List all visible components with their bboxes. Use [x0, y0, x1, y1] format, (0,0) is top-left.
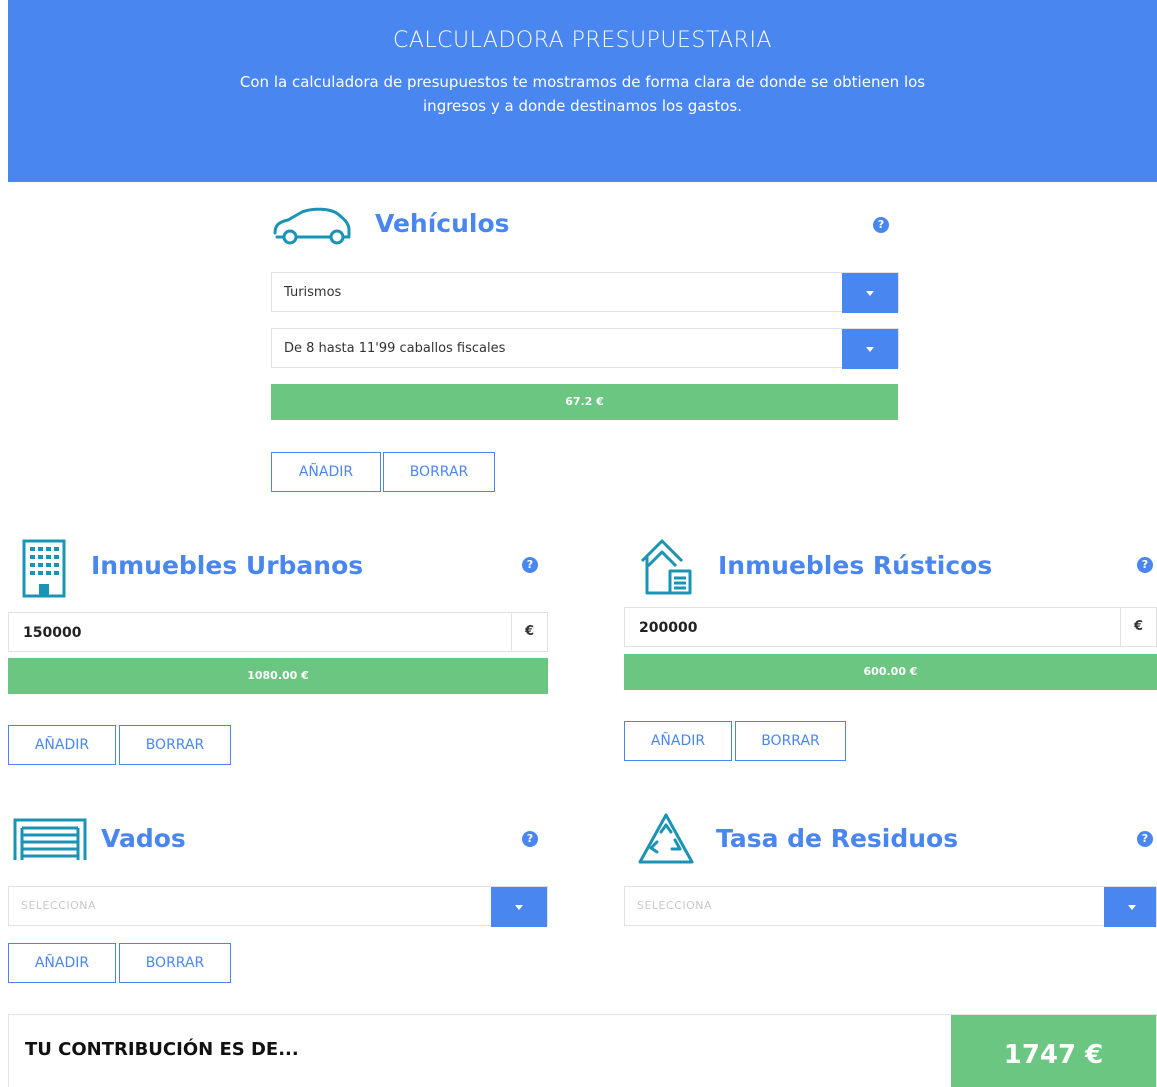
urbanos-value-input[interactable]: 150000 €: [8, 612, 548, 652]
chevron-down-icon[interactable]: [842, 273, 898, 313]
vehiculos-title: Vehículos: [375, 209, 510, 238]
urbanos-unit: €: [511, 613, 547, 651]
rusticos-value: 200000: [639, 620, 698, 636]
contribution-label: TU CONTRIBUCIÓN ES DE...: [25, 1039, 299, 1060]
residuos-help-icon[interactable]: ?: [1137, 831, 1153, 847]
residuos-title: Tasa de Residuos: [716, 824, 959, 853]
rusticos-value-input[interactable]: 200000 €: [624, 607, 1157, 647]
vehiculos-delete-button[interactable]: BORRAR: [383, 452, 495, 492]
car-icon: [272, 206, 352, 250]
vehicle-power-value: De 8 hasta 11'99 caballos fiscales: [284, 341, 506, 356]
page-header: CALCULADORA PRESUPUESTARIA Con la calcul…: [8, 0, 1157, 182]
urbanos-value: 150000: [23, 625, 82, 641]
chevron-down-icon[interactable]: [491, 887, 547, 927]
building-icon: [20, 538, 68, 604]
contribution-amount: 1747 €: [951, 1015, 1156, 1087]
recycle-icon: [637, 812, 695, 872]
urbanos-result: 1080.00 €: [8, 658, 548, 694]
urbanos-title: Inmuebles Urbanos: [91, 551, 364, 580]
vehicle-type-value: Turismos: [284, 285, 342, 300]
vados-select[interactable]: SELECCIONA: [8, 886, 548, 927]
urbanos-help-icon[interactable]: ?: [522, 557, 538, 573]
urbanos-add-button[interactable]: AÑADIR: [8, 725, 116, 765]
rusticos-unit: €: [1120, 608, 1156, 646]
vados-select-placeholder: SELECCIONA: [21, 899, 97, 912]
vehiculos-help-icon[interactable]: ?: [873, 217, 889, 233]
garage-door-icon: [12, 816, 88, 866]
page-subtitle: Con la calculadora de presupuestos te mo…: [239, 73, 926, 115]
vados-delete-button[interactable]: BORRAR: [119, 943, 231, 983]
contribution-total: TU CONTRIBUCIÓN ES DE... 1747 €: [8, 1014, 1157, 1087]
vehiculos-result: 67.2 €: [271, 384, 898, 420]
urbanos-delete-button[interactable]: BORRAR: [119, 725, 231, 765]
vehiculos-add-button[interactable]: AÑADIR: [271, 452, 381, 492]
vehicle-type-select[interactable]: Turismos: [271, 272, 899, 313]
residuos-select-placeholder: SELECCIONA: [637, 899, 713, 912]
page-title: CALCULADORA PRESUPUESTARIA: [393, 28, 772, 53]
vados-add-button[interactable]: AÑADIR: [8, 943, 116, 983]
rusticos-add-button[interactable]: AÑADIR: [624, 721, 732, 761]
rusticos-delete-button[interactable]: BORRAR: [735, 721, 846, 761]
rusticos-help-icon[interactable]: ?: [1137, 557, 1153, 573]
vados-help-icon[interactable]: ?: [522, 831, 538, 847]
vados-title: Vados: [101, 824, 186, 853]
rusticos-title: Inmuebles Rústicos: [718, 551, 993, 580]
chevron-down-icon[interactable]: [842, 329, 898, 369]
chevron-down-icon[interactable]: [1104, 887, 1156, 927]
rusticos-result: 600.00 €: [624, 654, 1157, 690]
residuos-select[interactable]: SELECCIONA: [624, 886, 1157, 927]
house-icon: [638, 537, 694, 603]
vehicle-power-select[interactable]: De 8 hasta 11'99 caballos fiscales: [271, 328, 899, 369]
